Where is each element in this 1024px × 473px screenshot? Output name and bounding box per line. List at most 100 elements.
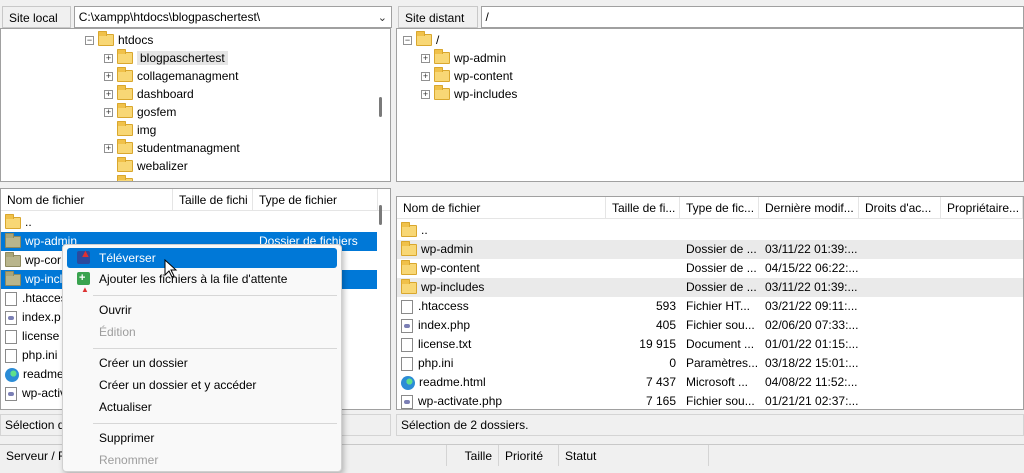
expand-icon[interactable]: + [104, 107, 113, 117]
file-date: 01/01/22 01:15:... [765, 337, 859, 351]
file-icon [5, 329, 17, 344]
remote-tree: − / + wp-admin + wp-content + wp-includes [396, 28, 1024, 182]
local-col-type[interactable]: Type de fichier [253, 189, 378, 211]
expand-icon[interactable]: + [421, 89, 430, 99]
expand-icon[interactable]: + [104, 143, 113, 153]
menu-separator [93, 348, 337, 349]
file-icon [401, 337, 413, 352]
queue-col-status[interactable]: Statut [559, 445, 709, 466]
local-col-size[interactable]: Taille de fichi [173, 189, 253, 211]
menu-item-creer-un-dossier[interactable]: Créer un dossier [67, 353, 337, 373]
menu-item-ouvrir[interactable]: Ouvrir [67, 300, 337, 320]
remote-file-row[interactable]: php.ini 0 Paramètres... 03/18/22 15:01:... [397, 354, 1023, 373]
folder-icon [434, 67, 450, 82]
local-tree-item[interactable]: + studentmanagment [104, 139, 240, 157]
file-size [606, 221, 680, 240]
file-name: wp-admin [421, 242, 474, 256]
menu-item-creer-un-dossier-et-y-acceder[interactable]: Créer un dossier et y accéder [67, 375, 337, 395]
remote-col-size[interactable]: Taille de fi... [606, 197, 680, 219]
folder-icon [401, 259, 417, 275]
add-queue-icon: + ▲ [77, 272, 90, 294]
remote-tree-item[interactable]: − / [403, 31, 439, 49]
upload-icon: ▲ [77, 249, 91, 264]
local-tree-item[interactable]: + gosfem [104, 103, 176, 121]
remote-tree-item[interactable]: + wp-includes [421, 85, 517, 103]
file-date [759, 221, 859, 240]
local-tree-item[interactable]: − htdocs [85, 31, 153, 49]
remote-tree-item[interactable]: + wp-content [421, 67, 513, 85]
php-file-icon [401, 394, 413, 409]
file-name: license.txt [418, 337, 472, 351]
remote-tree-item[interactable]: + wp-admin [421, 49, 506, 67]
queue-col-size[interactable]: Taille [447, 445, 499, 466]
tree-item-label: dashboard [137, 87, 194, 101]
collapse-icon[interactable]: − [85, 35, 94, 45]
file-name-cell: wp-activate.php [397, 392, 606, 409]
remote-file-row[interactable]: readme.html 7 437 Microsoft ... 04/08/22 11… [397, 373, 1023, 392]
remote-col-date[interactable]: Dernière modif... [759, 197, 859, 219]
remote-col-owner[interactable]: Propriétaire... [941, 197, 1023, 219]
file-name: index.php [418, 318, 471, 332]
remote-col-type[interactable]: Type de fic... [680, 197, 759, 219]
local-tree-scrollbar[interactable] [379, 97, 382, 117]
tree-item-label: studentmanagment [137, 141, 240, 155]
menu-item-ajouter-les-fichiers-a-la-file-d-attente[interactable]: + ▲ Ajouter les fichiers à la file d'atten… [67, 269, 337, 294]
folder-icon [117, 139, 133, 154]
local-tree-item[interactable]: + collagemanagment [104, 67, 238, 85]
expand-icon[interactable]: + [421, 53, 430, 63]
remote-file-row[interactable]: index.php 405 Fichier sou... 02/06/20 07:33… [397, 316, 1023, 335]
chevron-down-icon[interactable]: ⌄ [378, 8, 387, 28]
file-type: Fichier sou... [686, 394, 755, 408]
file-size [606, 240, 680, 259]
remote-path-input[interactable]: / [480, 6, 1024, 28]
file-name: index.p [22, 310, 61, 324]
expand-icon[interactable]: + [104, 53, 113, 63]
folder-icon [401, 221, 417, 237]
file-size: 405 [655, 318, 676, 332]
file-name: .htacces [22, 291, 67, 305]
file-date: 03/18/22 15:01:... [765, 356, 859, 370]
file-icon [5, 348, 17, 363]
local-tree-item[interactable]: webalizer [104, 157, 188, 175]
remote-file-row[interactable]: license.txt 19 915 Document ... 01/01/22 01… [397, 335, 1023, 354]
local-col-name[interactable]: Nom de fichier [1, 189, 173, 211]
local-list-scrollbar[interactable] [379, 205, 382, 225]
remote-file-row[interactable]: wp-activate.php 7 165 Fichier sou... 01/21/… [397, 392, 1023, 409]
remote-col-perms[interactable]: Droits d'ac... [859, 197, 941, 219]
menu-item-supprimer[interactable]: Supprimer [67, 428, 337, 448]
local-tree-item[interactable]: + blogpaschertest [104, 49, 228, 67]
folder-icon [416, 31, 432, 46]
menu-item-televerser[interactable]: ▲ Téléverser [67, 248, 337, 268]
remote-file-row[interactable]: .htaccess 593 Fichier HT... 03/21/22 09:11:… [397, 297, 1023, 316]
menu-item-actualiser[interactable]: Actualiser [67, 397, 337, 417]
local-tree-item[interactable]: + dashboard [104, 85, 194, 103]
expand-icon[interactable]: + [104, 89, 113, 99]
file-date: 04/08/22 11:52:... [765, 375, 858, 389]
local-path-input[interactable]: C:\xampp\htdocs\blogpaschertest\ ⌄ [73, 6, 392, 28]
remote-file-row[interactable]: wp-admin Dossier de ... 03/11/22 01:39:... [397, 240, 1023, 259]
local-file-row[interactable]: .. [1, 213, 377, 232]
folder-open-icon [98, 31, 114, 46]
queue-col-priority[interactable]: Priorité [499, 445, 559, 466]
context-menu: ▲ Téléverser + ▲ Ajouter les fichiers à la f… [62, 244, 342, 472]
remote-path-bar: Site distant : / [396, 4, 1024, 47]
remote-col-name[interactable]: Nom de fichier [397, 197, 606, 219]
expand-icon[interactable]: + [104, 71, 113, 81]
menu-item-label: Actualiser [99, 400, 152, 414]
remote-file-row[interactable]: wp-content Dossier de ... 04/15/22 06:22:.… [397, 259, 1023, 278]
remote-file-row[interactable]: wp-includes Dossier de ... 03/11/22 01:39:… [397, 278, 1023, 297]
menu-item-label: Créer un dossier et y accéder [99, 378, 257, 392]
menu-item-label: Supprimer [99, 431, 155, 445]
file-icon [401, 299, 413, 314]
edge-browser-icon [401, 375, 415, 390]
local-tree-item[interactable]: img [104, 121, 156, 139]
local-tree-item[interactable]: xampp [104, 175, 173, 181]
php-file-icon [401, 318, 413, 333]
expand-icon[interactable]: + [421, 71, 430, 81]
collapse-icon[interactable]: − [403, 35, 412, 45]
remote-site-label: Site distant : [398, 6, 478, 47]
folder-icon [117, 85, 133, 100]
menu-item-label: Téléverser [99, 251, 156, 265]
file-name: wp-activate.php [418, 394, 503, 408]
remote-file-row[interactable]: .. [397, 221, 1023, 240]
